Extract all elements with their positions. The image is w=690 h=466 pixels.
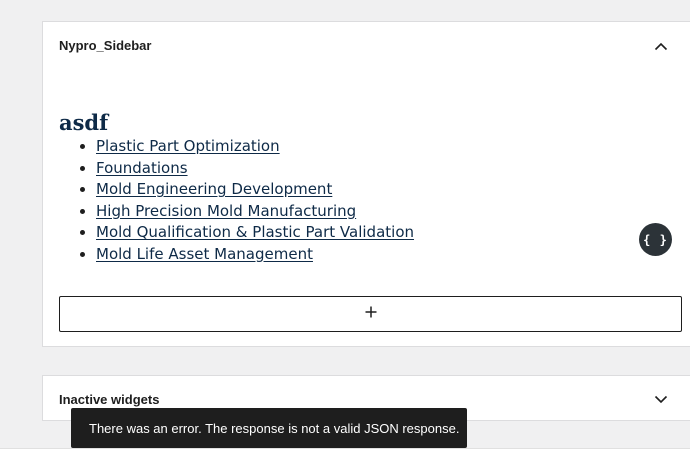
widget-area-header[interactable]: Nypro_Sidebar [43,22,690,70]
list-item: High Precision Mold Manufacturing [96,201,414,223]
code-view-button[interactable]: { } [639,223,672,256]
link-list: Plastic Part Optimization Foundations Mo… [59,136,414,266]
add-block-button[interactable] [59,296,682,332]
block-heading[interactable]: asdf [59,112,108,133]
widget-area-title: Nypro_Sidebar [59,38,152,53]
error-notice-message: There was an error. The response is not … [89,420,460,436]
list-item: Mold Qualification & Plastic Part Valida… [96,222,414,244]
chevron-down-icon[interactable] [651,389,671,409]
list-link[interactable]: Mold Life Asset Management [96,245,313,263]
list-link[interactable]: Plastic Part Optimization [96,137,280,155]
list-link[interactable]: Foundations [96,159,188,177]
chevron-up-icon[interactable] [651,36,671,56]
bottom-bar [0,448,690,466]
list-item: Plastic Part Optimization [96,136,414,158]
list-link[interactable]: High Precision Mold Manufacturing [96,202,356,220]
list-link[interactable]: Mold Qualification & Plastic Part Valida… [96,223,414,241]
error-notice[interactable]: There was an error. The response is not … [71,408,467,448]
list-item: Mold Engineering Development [96,179,414,201]
widget-area-panel: Nypro_Sidebar asdf Plastic Part Optimiza… [42,21,690,347]
list-item: Foundations [96,158,414,180]
plus-icon [364,305,378,324]
list-link[interactable]: Mold Engineering Development [96,180,332,198]
inactive-widgets-title: Inactive widgets [59,392,160,407]
list-item: Mold Life Asset Management [96,244,414,266]
